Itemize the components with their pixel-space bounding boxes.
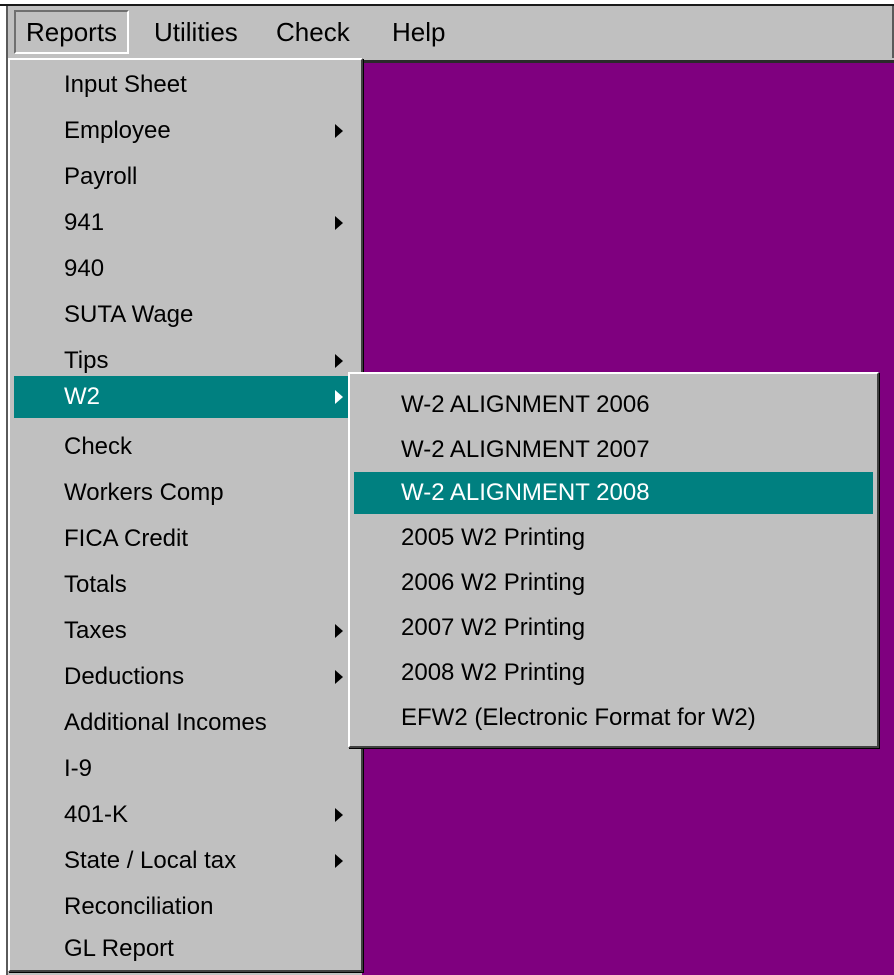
menu-item-additional-incomes[interactable]: Additional Incomes (14, 702, 357, 744)
menu-item-401k[interactable]: 401-K (14, 794, 357, 836)
reports-menu: Input Sheet Employee Payroll 941 940 SUT… (8, 58, 363, 972)
menu-item-label: 941 (64, 209, 105, 236)
menu-item-label: Check (64, 433, 133, 460)
menu-bar: Reports Utilities Check Help (6, 6, 894, 58)
chevron-right-icon (335, 354, 343, 368)
w2-submenu: W-2 ALIGNMENT 2006 W-2 ALIGNMENT 2007 W-… (348, 372, 879, 748)
menu-item-label: SUTA Wage (64, 301, 194, 328)
menu-item-label: Employee (64, 117, 171, 144)
submenu-item-efw2[interactable]: EFW2 (Electronic Format for W2) (354, 697, 873, 739)
menu-item-label: Input Sheet (64, 71, 187, 98)
chevron-right-icon (335, 854, 343, 868)
menu-item-label: FICA Credit (64, 525, 189, 552)
submenu-item-2007-w2-printing[interactable]: 2007 W2 Printing (354, 607, 873, 649)
menu-item-label: I-9 (64, 755, 93, 782)
submenu-item-w2-alignment-2008[interactable]: W-2 ALIGNMENT 2008 (354, 472, 873, 514)
menu-item-label: Totals (64, 571, 127, 598)
menu-item-label: Workers Comp (64, 479, 224, 506)
menu-item-fica-credit[interactable]: FICA Credit (14, 518, 357, 560)
submenu-item-2006-w2-printing[interactable]: 2006 W2 Printing (354, 562, 873, 604)
menu-item-940[interactable]: 940 (14, 248, 357, 290)
chevron-right-icon (335, 124, 343, 138)
menu-item-payroll[interactable]: Payroll (14, 156, 357, 198)
menu-item-label: W2 (64, 383, 100, 410)
menu-item-state-local-tax[interactable]: State / Local tax (14, 840, 357, 882)
menu-item-label: State / Local tax (64, 847, 237, 874)
menu-item-employee[interactable]: Employee (14, 110, 357, 152)
menu-item-deductions[interactable]: Deductions (14, 656, 357, 698)
menu-item-suta-wage[interactable]: SUTA Wage (14, 294, 357, 336)
chevron-right-icon (335, 390, 343, 404)
menu-utilities[interactable]: Utilities (144, 10, 248, 54)
menu-item-input-sheet[interactable]: Input Sheet (14, 64, 357, 106)
menu-item-label: Additional Incomes (64, 709, 267, 736)
menu-item-gl-report[interactable]: GL Report (14, 928, 357, 970)
menu-item-941[interactable]: 941 (14, 202, 357, 244)
chevron-right-icon (335, 808, 343, 822)
menu-item-label: Reconciliation (64, 893, 214, 920)
chevron-right-icon (335, 216, 343, 230)
menu-item-label: Deductions (64, 663, 185, 690)
menu-item-workers-comp[interactable]: Workers Comp (14, 472, 357, 514)
menu-reports[interactable]: Reports (14, 10, 130, 54)
menu-item-label: 940 (64, 255, 105, 282)
menu-item-label: 401-K (64, 801, 129, 828)
menu-item-totals[interactable]: Totals (14, 564, 357, 606)
chevron-right-icon (335, 670, 343, 684)
menu-item-label: Payroll (64, 163, 138, 190)
menu-item-label: GL Report (64, 935, 174, 962)
menu-item-label: Tips (64, 347, 109, 374)
menu-item-i9[interactable]: I-9 (14, 748, 357, 790)
menu-item-reconciliation[interactable]: Reconciliation (14, 886, 357, 928)
menu-item-w2[interactable]: W2 (14, 376, 357, 418)
submenu-item-2008-w2-printing[interactable]: 2008 W2 Printing (354, 652, 873, 694)
menu-item-label: Taxes (64, 617, 127, 644)
menu-check[interactable]: Check (266, 10, 360, 54)
submenu-item-w2-alignment-2006[interactable]: W-2 ALIGNMENT 2006 (354, 384, 873, 426)
submenu-item-2005-w2-printing[interactable]: 2005 W2 Printing (354, 517, 873, 559)
menu-help[interactable]: Help (382, 10, 455, 54)
submenu-item-w2-alignment-2007[interactable]: W-2 ALIGNMENT 2007 (354, 429, 873, 471)
menu-item-taxes[interactable]: Taxes (14, 610, 357, 652)
chevron-right-icon (335, 624, 343, 638)
menu-item-check[interactable]: Check (14, 426, 357, 468)
